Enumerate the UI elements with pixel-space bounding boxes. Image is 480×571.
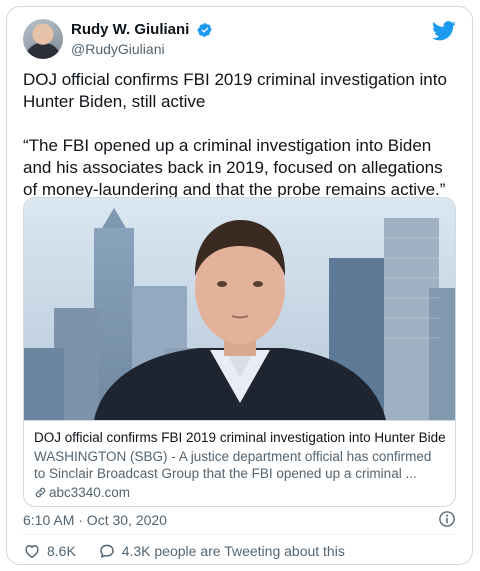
info-icon[interactable] [438,510,456,528]
tweet-header: Rudy W. Giuliani @RudyGiuliani [23,19,456,67]
twitter-bird-icon[interactable] [432,21,456,41]
heart-icon [25,545,39,559]
conversation-button[interactable]: 4.3K people are Tweeting about this [98,542,345,560]
conversation-text: 4.3K people are Tweeting about this [121,543,345,560]
link-icon [35,487,46,498]
link-preview-title[interactable]: DOJ official confirms FBI 2019 criminal … [34,429,445,447]
link-preview-image[interactable] [24,198,455,420]
author-names[interactable]: Rudy W. Giuliani @RudyGiuliani [71,21,213,57]
like-button[interactable]: 8.6K [23,542,76,560]
author-display-name[interactable]: Rudy W. Giuliani [71,21,189,38]
link-preview-card[interactable]: DOJ official confirms FBI 2019 criminal … [23,197,456,507]
link-preview-description: WASHINGTON (SBG) - A justice department … [34,449,432,481]
verified-badge-icon [197,22,212,37]
link-preview-domain[interactable]: abc3340.com [34,484,445,502]
tweet-embed-card: Rudy W. Giuliani @RudyGiuliani DOJ offic… [6,6,473,565]
tweet-actions: 8.6K 4.3K people are Tweeting about this [23,542,363,562]
like-count: 8.6K [47,543,76,560]
author-handle[interactable]: @RudyGiuliani [71,41,213,57]
tweet-timestamp[interactable]: 6:10 AM · Oct 30, 2020 [23,512,167,528]
city-skyline-image [24,198,455,420]
tweet-paragraph-headline: DOJ official confirms FBI 2019 criminal … [23,70,447,111]
tweet-paragraph-quote: “The FBI opened up a criminal investigat… [23,136,446,199]
divider [23,534,456,535]
speech-bubble-icon [99,544,114,559]
link-preview-meta[interactable]: DOJ official confirms FBI 2019 criminal … [24,420,455,506]
avatar[interactable] [23,19,63,59]
link-domain-text[interactable]: abc3340.com [49,485,130,500]
